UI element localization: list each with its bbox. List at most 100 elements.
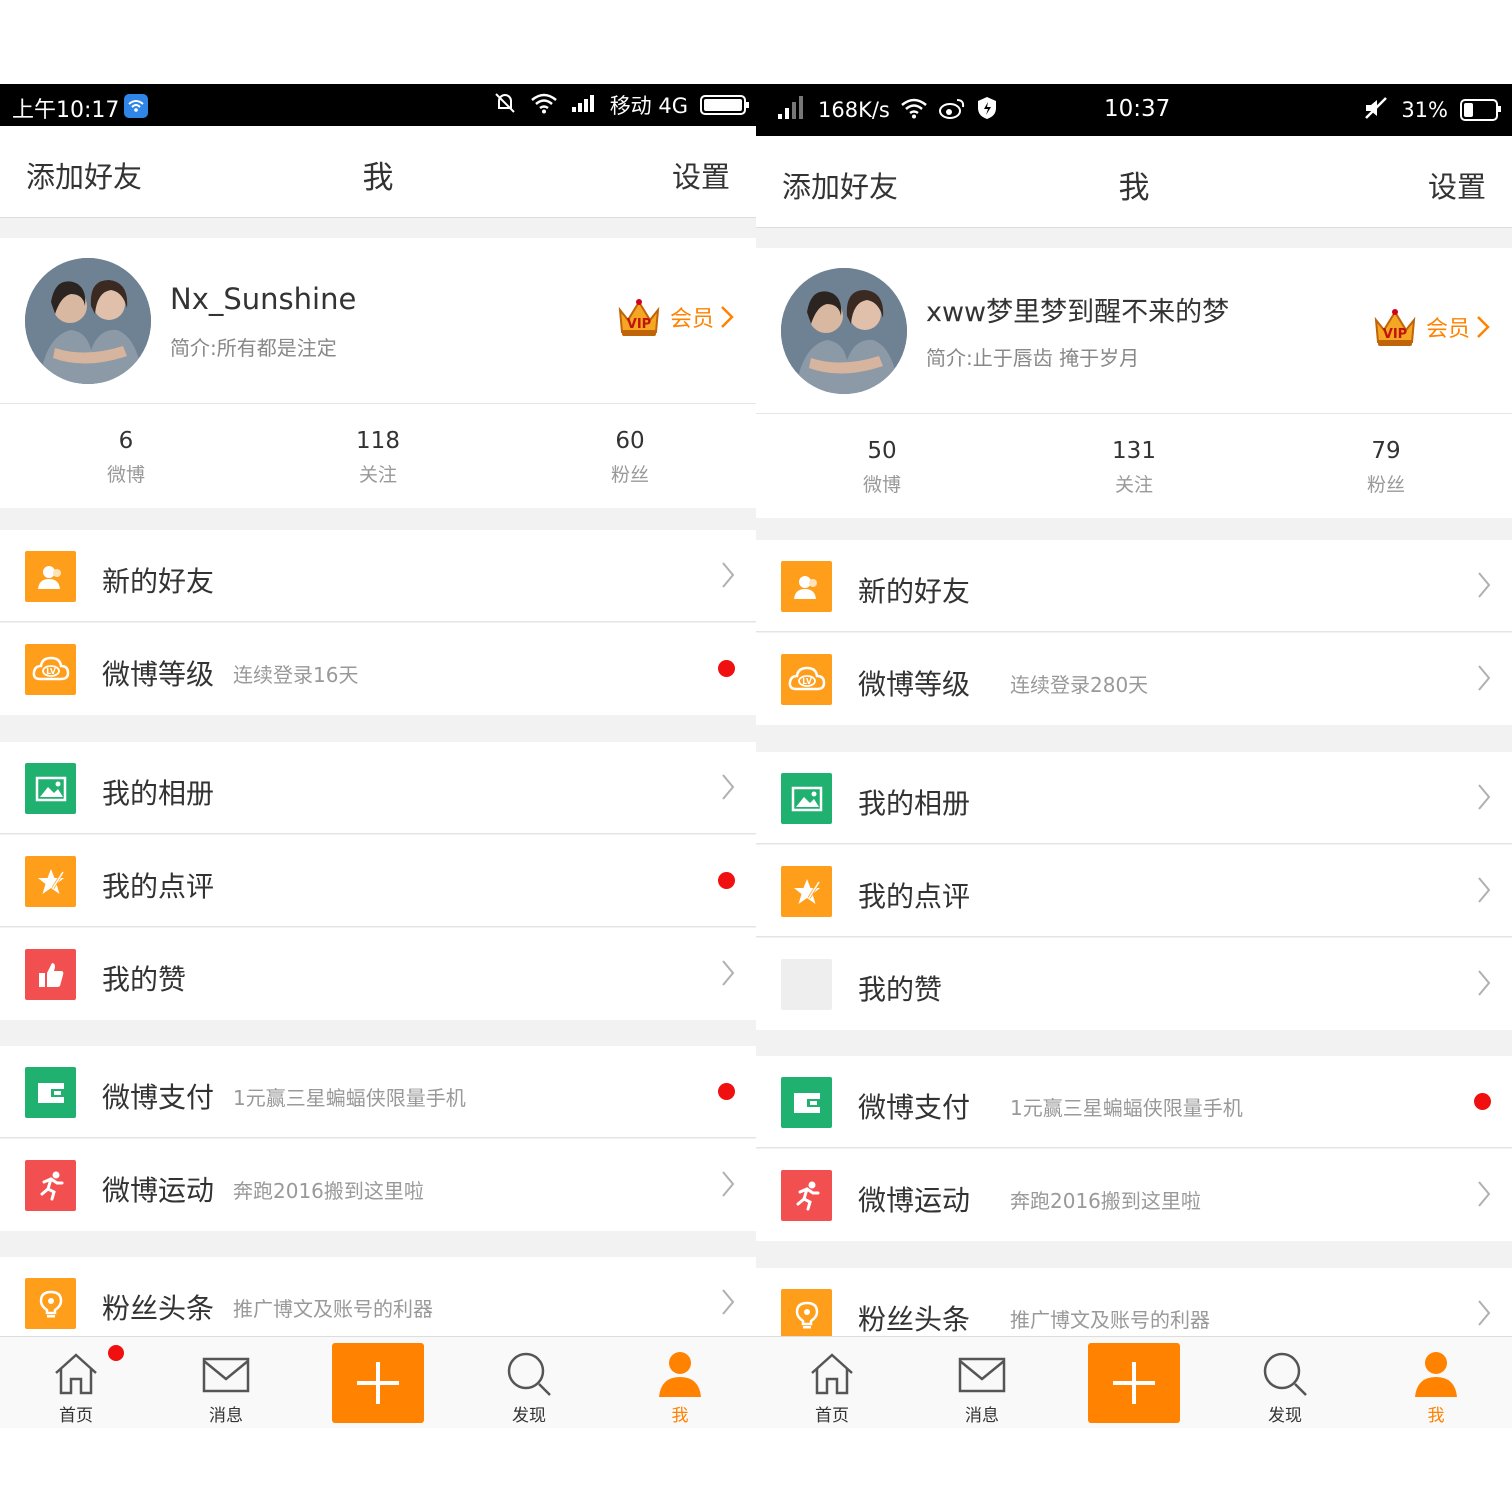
tab-home[interactable]: 首页: [782, 1337, 882, 1428]
stat-count: 118: [356, 428, 400, 454]
chevron-right-icon: [722, 1289, 735, 1315]
menu-item-reviews[interactable]: 我的点评: [0, 835, 756, 927]
menu-item-reviews[interactable]: 我的点评: [756, 845, 1512, 937]
tab-me[interactable]: 我: [1386, 1337, 1486, 1428]
menu-item-subtitle: 推广博文及账号的利器: [233, 1297, 433, 1321]
page-title: 我: [1118, 170, 1150, 206]
carrier-label: 移动 4G: [609, 94, 688, 118]
status-bar: 上午10:17 移动 4G: [0, 84, 756, 126]
stat-weibo[interactable]: 50 微博: [756, 414, 1008, 518]
settings-button[interactable]: 设置: [1428, 164, 1486, 206]
stat-following[interactable]: 118 关注: [252, 404, 504, 508]
menu-item-label: 微博运动: [858, 1184, 971, 1217]
menu-item-album[interactable]: 我的相册: [756, 752, 1512, 844]
menu-item-weibo-level[interactable]: LV 微博等级 连续登录16天: [0, 623, 756, 715]
menu-item-new-friends[interactable]: 新的好友: [756, 540, 1512, 632]
menu-item-label: 微博运动: [102, 1174, 215, 1207]
tab-me[interactable]: 我: [630, 1337, 730, 1428]
menu-item-subtitle: 1元赢三星蝙蝠侠限量手机: [1010, 1096, 1243, 1120]
tab-label: 发现: [512, 1406, 546, 1426]
review-icon: [781, 866, 832, 917]
svg-text:LV: LV: [802, 677, 812, 686]
tab-messages[interactable]: 消息: [932, 1337, 1032, 1428]
thumbs-up-icon: [781, 959, 832, 1010]
menu-item-subtitle: 连续登录16天: [233, 663, 359, 687]
chevron-right-icon: [722, 562, 735, 588]
person-icon: [1415, 1352, 1457, 1397]
menu-item-label: 我的相册: [102, 777, 215, 810]
avatar[interactable]: [25, 258, 151, 384]
stat-count: 6: [118, 428, 134, 454]
tab-discover[interactable]: 发现: [1235, 1337, 1335, 1428]
tab-home[interactable]: 首页: [26, 1337, 126, 1428]
weibo-icon: [938, 96, 966, 125]
menu-item-weibo-sports[interactable]: 微博运动 奔跑2016搬到这里啦: [756, 1149, 1512, 1241]
notification-dot: [1474, 1093, 1491, 1110]
menu-item-weibo-sports[interactable]: 微博运动 奔跑2016搬到这里啦: [0, 1139, 756, 1231]
tab-discover[interactable]: 发现: [479, 1337, 579, 1428]
stat-label: 微博: [862, 474, 901, 496]
home-icon: [55, 1353, 97, 1395]
tab-messages[interactable]: 消息: [176, 1337, 276, 1428]
profile-name: xww梦里梦到醒不来的梦: [926, 297, 1230, 328]
phone-screen-right: 168K/s 10:37 31% 添加好友 我 设置 xww梦里梦到醒不来的梦 …: [756, 84, 1512, 1428]
mail-icon: [958, 1357, 1006, 1393]
menu-item-label: 微博支付: [102, 1081, 215, 1114]
menu-item-label: 新的好友: [858, 575, 971, 608]
settings-button[interactable]: 设置: [672, 154, 730, 196]
menu-item-weibo-pay[interactable]: 微博支付 1元赢三星蝙蝠侠限量手机: [756, 1056, 1512, 1148]
stat-label: 微博: [106, 464, 145, 486]
nav-bar: 添加好友 我 设置: [756, 136, 1512, 228]
notification-dot: [718, 1083, 735, 1100]
battery-icon: [1460, 99, 1501, 121]
menu-item-label: 我的赞: [858, 973, 943, 1006]
stat-following[interactable]: 131 关注: [1008, 414, 1260, 518]
menu-item-label: 微博支付: [858, 1091, 971, 1124]
page-title: 我: [362, 160, 394, 196]
compose-button[interactable]: [332, 1343, 424, 1423]
menu-item-subtitle: 连续登录280天: [1010, 673, 1149, 697]
menu-item-label: 新的好友: [102, 565, 215, 598]
plus-icon: [1113, 1362, 1155, 1404]
stat-count: 60: [615, 428, 645, 454]
profile-card[interactable]: Nx_Sunshine 简介:所有都是注定 VIP 会员: [0, 238, 756, 404]
avatar[interactable]: [781, 268, 907, 394]
chevron-right-icon: [722, 774, 735, 800]
notification-dot: [108, 1345, 124, 1361]
menu-item-likes[interactable]: 我的赞: [756, 938, 1512, 1030]
stat-fans[interactable]: 79 粉丝: [1260, 414, 1512, 518]
vip-membership-button[interactable]: VIP 会员: [614, 292, 734, 342]
menu-item-weibo-pay[interactable]: 微博支付 1元赢三星蝙蝠侠限量手机: [0, 1046, 756, 1138]
tab-label: 消息: [965, 1406, 999, 1426]
compose-button[interactable]: [1088, 1343, 1180, 1423]
notification-icon: [124, 94, 148, 118]
menu-item-new-friends[interactable]: 新的好友: [0, 530, 756, 622]
wallet-icon: [25, 1067, 76, 1118]
search-icon: [1263, 1352, 1307, 1396]
battery-icon: [700, 95, 749, 115]
chevron-right-icon: [1478, 784, 1491, 810]
menu-item-weibo-level[interactable]: LV 微博等级 连续登录280天: [756, 633, 1512, 725]
stat-fans[interactable]: 60 粉丝: [504, 404, 756, 508]
chevron-right-icon: [1478, 665, 1491, 691]
profile-card[interactable]: xww梦里梦到醒不来的梦 简介:止于唇齿 掩于岁月 VIP 会员: [756, 248, 1512, 414]
stat-weibo[interactable]: 6 微博: [0, 404, 252, 508]
wallet-icon: [781, 1077, 832, 1128]
chevron-right-icon: [1478, 572, 1491, 598]
stats-bar: 50 微博 131 关注 79 粉丝: [756, 414, 1512, 518]
wifi-icon: [530, 92, 558, 119]
menu-item-subtitle: 奔跑2016搬到这里啦: [233, 1179, 424, 1203]
level-icon: LV: [781, 654, 832, 705]
menu-item-likes[interactable]: 我的赞: [0, 928, 756, 1020]
chevron-right-icon: [722, 1171, 735, 1197]
review-icon: [25, 856, 76, 907]
vip-membership-button[interactable]: VIP 会员: [1370, 302, 1490, 352]
menu-item-album[interactable]: 我的相册: [0, 742, 756, 834]
mute-icon: [492, 90, 518, 121]
bulb-icon: [781, 1289, 832, 1340]
tab-bar: 首页 消息 发现 我: [756, 1336, 1512, 1428]
chevron-right-icon: [1478, 1300, 1491, 1326]
tab-label: 发现: [1268, 1406, 1302, 1426]
tab-label: 消息: [209, 1406, 243, 1426]
menu-item-label: 我的相册: [858, 787, 971, 820]
